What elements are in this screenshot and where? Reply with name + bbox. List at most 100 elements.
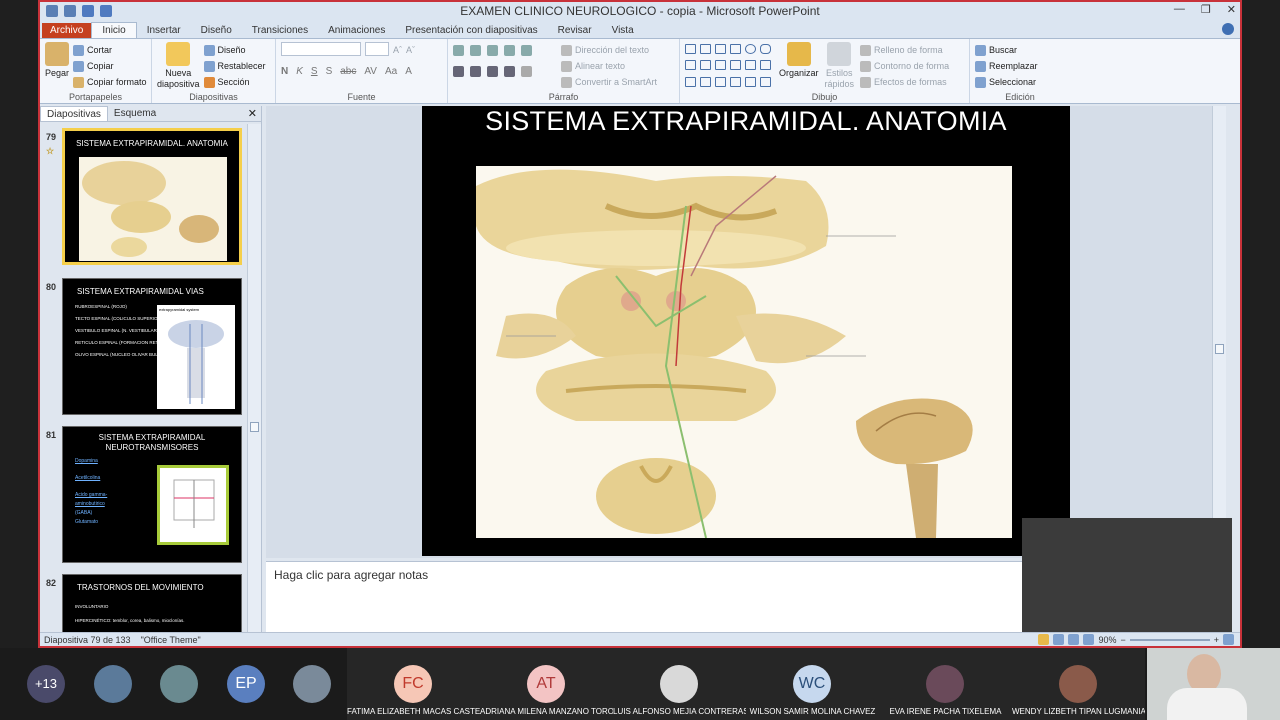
italic-button[interactable]: K xyxy=(296,66,303,77)
tab-animaciones[interactable]: Animaciones xyxy=(318,23,395,38)
replace-button[interactable]: Reemplazar xyxy=(975,58,1065,74)
align-center-icon[interactable] xyxy=(470,66,481,77)
freeform-shape-icon[interactable] xyxy=(700,76,711,87)
brace-shape-icon[interactable] xyxy=(730,76,741,87)
arrow-right-shape-icon[interactable] xyxy=(730,60,741,71)
participant-tile[interactable]: WENDY LIZBETH TIPAN LUGMANIA xyxy=(1012,648,1145,720)
arrange-button[interactable]: Organizar xyxy=(779,42,819,90)
reset-button[interactable]: Restablecer xyxy=(203,58,266,74)
copy-button[interactable]: Copiar xyxy=(73,58,147,74)
minimize-icon[interactable]: — xyxy=(1174,3,1185,16)
underline-button[interactable]: S xyxy=(311,66,318,77)
shape-effects-button[interactable]: Efectos de formas xyxy=(860,74,949,90)
notes-placeholder[interactable]: Haga clic para agregar notas xyxy=(274,568,428,582)
connector-shape-icon[interactable] xyxy=(715,60,726,71)
pentagon-shape-icon[interactable] xyxy=(760,60,771,71)
find-button[interactable]: Buscar xyxy=(975,42,1065,58)
textbox-shape-icon[interactable] xyxy=(685,44,696,54)
justify-icon[interactable] xyxy=(504,66,515,77)
tab-archivo[interactable]: Archivo xyxy=(42,23,92,38)
close-icon[interactable]: ✕ xyxy=(1227,3,1236,16)
zoom-slider[interactable] xyxy=(1129,638,1210,641)
participant-avatar[interactable] xyxy=(160,665,198,703)
brace2-shape-icon[interactable] xyxy=(745,76,756,87)
shapes-gallery[interactable] xyxy=(685,42,773,90)
participant-tile[interactable]: FC FATIMA ELIZABETH MACAS CASTEL... xyxy=(347,648,480,720)
cut-button[interactable]: Cortar xyxy=(73,42,147,58)
numbering-icon[interactable] xyxy=(470,45,481,56)
tab-vista[interactable]: Vista xyxy=(602,23,644,38)
font-name-input[interactable] xyxy=(281,42,361,56)
quick-styles-button[interactable]: Estilos rápidos xyxy=(825,42,854,90)
speaker-video[interactable] xyxy=(1147,648,1280,720)
line2-shape-icon[interactable] xyxy=(715,44,726,54)
tab-slides[interactable]: Diapositivas xyxy=(40,106,108,121)
slide-scroll-thumb[interactable] xyxy=(1215,344,1224,354)
format-painter-button[interactable]: Copiar formato xyxy=(73,74,147,90)
shrink-font-icon[interactable]: Aˇ xyxy=(406,42,415,58)
case-button[interactable]: Aa xyxy=(385,66,397,77)
smartart-button[interactable]: Convertir a SmartArt xyxy=(561,74,657,90)
curve-shape-icon[interactable] xyxy=(685,76,696,87)
tab-outline[interactable]: Esquema xyxy=(108,106,162,121)
slide-image[interactable] xyxy=(476,166,1012,538)
current-slide[interactable]: SISTEMA EXTRAPIRAMIDAL. ANATOMIA xyxy=(422,106,1070,556)
zoom-level[interactable]: 90% xyxy=(1098,635,1116,645)
tab-presentacion[interactable]: Presentación con diapositivas xyxy=(395,23,547,38)
slide-scrollbar[interactable] xyxy=(1212,106,1226,558)
slide-thumbnail-79[interactable]: SISTEMA EXTRAPIRAMIDAL. ANATOMIA xyxy=(62,128,242,265)
shape-outline-button[interactable]: Contorno de forma xyxy=(860,58,949,74)
close-pane-icon[interactable]: ✕ xyxy=(248,107,257,120)
reading-view-icon[interactable] xyxy=(1068,634,1080,645)
tab-insertar[interactable]: Insertar xyxy=(137,23,191,38)
rectangle-shape-icon[interactable] xyxy=(730,44,741,54)
decrease-indent-icon[interactable] xyxy=(487,45,498,56)
zoom-out-icon[interactable]: − xyxy=(1120,635,1125,645)
grow-font-icon[interactable]: Aˆ xyxy=(393,42,402,58)
rounded-rect-shape-icon[interactable] xyxy=(760,44,771,54)
tab-diseno[interactable]: Diseño xyxy=(191,23,242,38)
line-shape-icon[interactable] xyxy=(700,44,711,54)
scribble-shape-icon[interactable] xyxy=(715,76,726,87)
star-shape-icon[interactable] xyxy=(760,76,771,87)
font-color-button[interactable]: A xyxy=(405,66,412,77)
participant-avatar-ep[interactable]: EP xyxy=(227,665,265,703)
slide-sorter-icon[interactable] xyxy=(1053,634,1065,645)
align-text-button[interactable]: Alinear texto xyxy=(561,58,657,74)
text-direction-button[interactable]: Dirección del texto xyxy=(561,42,657,58)
align-left-icon[interactable] xyxy=(453,66,464,77)
more-participants-button[interactable]: +13 xyxy=(27,665,65,703)
normal-view-icon[interactable] xyxy=(1038,634,1050,645)
participant-tile[interactable]: AT ADRIANA MILENA MANZANO TORO xyxy=(480,648,613,720)
strikethrough-button[interactable]: abc xyxy=(340,66,356,77)
arrow-down-shape-icon[interactable] xyxy=(745,60,756,71)
paste-button[interactable]: Pegar xyxy=(45,42,69,90)
columns-icon[interactable] xyxy=(521,66,532,77)
participant-tile[interactable]: WC WILSON SAMIR MOLINA CHAVEZ xyxy=(746,648,879,720)
tab-transiciones[interactable]: Transiciones xyxy=(242,23,318,38)
slide-thumbnail-82[interactable]: TRASTORNOS DEL MOVIMIENTO INVOLUNTARIO H… xyxy=(62,574,242,632)
participant-tile[interactable]: EVA IRENE PACHA TIXELEMA xyxy=(879,648,1012,720)
slide-title[interactable]: SISTEMA EXTRAPIRAMIDAL. ANATOMIA xyxy=(422,106,1070,137)
fit-slide-icon[interactable] xyxy=(1223,634,1234,645)
section-button[interactable]: Sección xyxy=(203,74,266,90)
spacing-button[interactable]: AV xyxy=(364,66,377,77)
bold-button[interactable]: N xyxy=(281,66,288,77)
increase-indent-icon[interactable] xyxy=(504,45,515,56)
tab-revisar[interactable]: Revisar xyxy=(548,23,602,38)
restore-icon[interactable]: ❐ xyxy=(1201,3,1211,16)
layout-button[interactable]: Diseño xyxy=(203,42,266,58)
select-button[interactable]: Seleccionar xyxy=(975,74,1065,90)
slideshow-icon[interactable] xyxy=(1083,634,1095,645)
zoom-in-icon[interactable]: + xyxy=(1214,635,1219,645)
shadow-button[interactable]: S xyxy=(326,66,333,77)
help-icon[interactable] xyxy=(1222,23,1234,35)
participant-tile[interactable]: LUIS ALFONSO MEJIA CONTRERAS xyxy=(613,648,746,720)
tab-inicio[interactable]: Inicio xyxy=(91,22,137,38)
align-right-icon[interactable] xyxy=(487,66,498,77)
participant-avatar[interactable] xyxy=(94,665,132,703)
new-slide-button[interactable]: Nueva diapositiva xyxy=(157,42,200,90)
triangle-shape-icon[interactable] xyxy=(685,60,696,71)
elbow-shape-icon[interactable] xyxy=(700,60,711,71)
font-size-input[interactable] xyxy=(365,42,389,56)
